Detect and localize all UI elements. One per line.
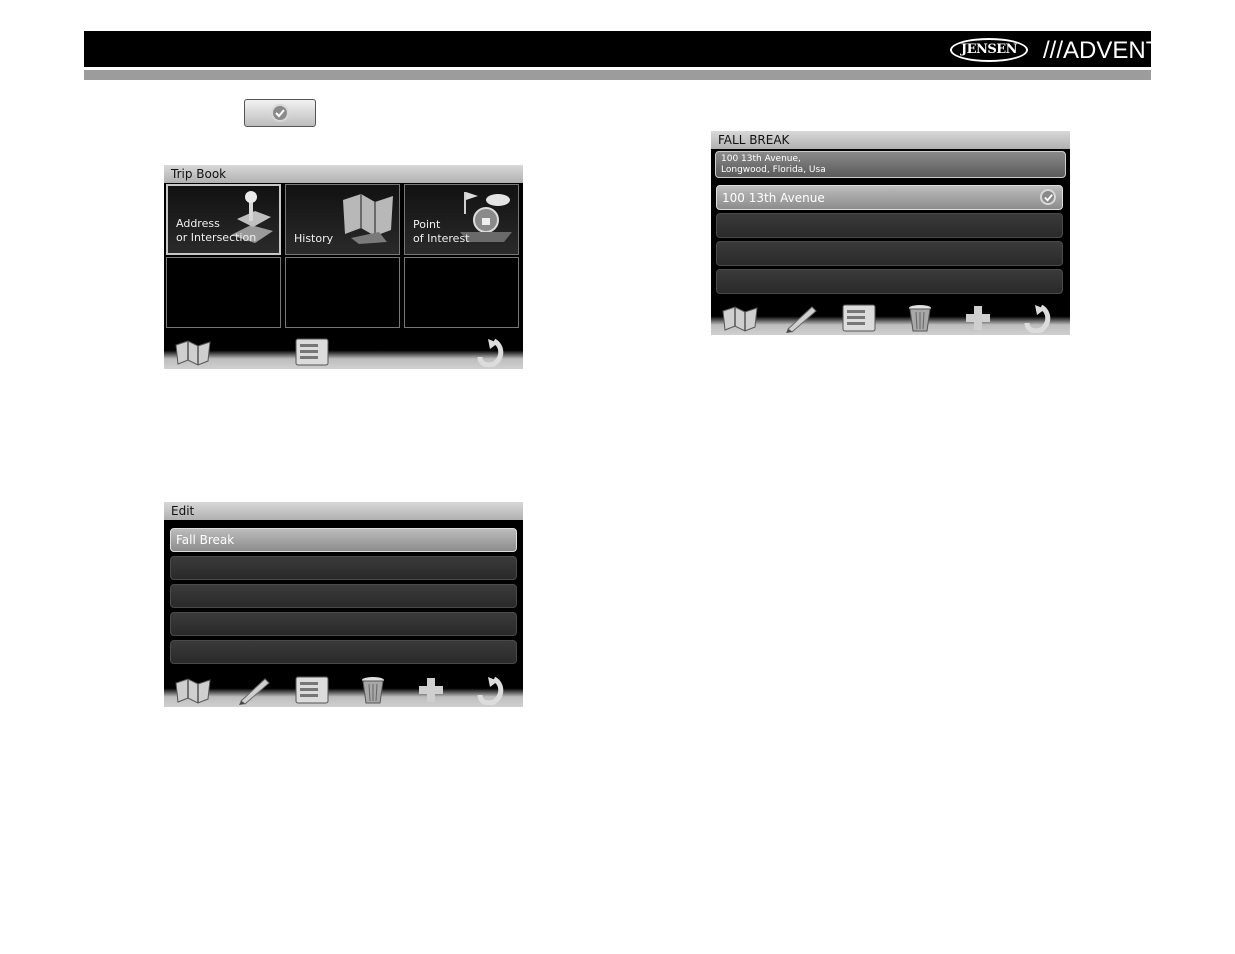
map-icon[interactable] bbox=[174, 337, 212, 367]
plus-icon[interactable] bbox=[959, 303, 997, 333]
list-item-label: Fall Break bbox=[176, 533, 235, 547]
screen-title: FALL BREAK bbox=[711, 131, 1070, 149]
tile-label: Address or Intersection bbox=[176, 217, 257, 244]
list-item[interactable] bbox=[716, 269, 1063, 294]
list-item[interactable] bbox=[170, 584, 517, 608]
history-map-icon bbox=[343, 194, 393, 244]
trash-icon[interactable] bbox=[354, 675, 392, 705]
tile-label: Point of Interest bbox=[413, 218, 470, 245]
list-item[interactable] bbox=[716, 213, 1063, 238]
trash-icon[interactable] bbox=[901, 303, 939, 333]
address-line: Longwood, Florida, Usa bbox=[721, 165, 826, 175]
screen-title: Edit bbox=[164, 502, 523, 520]
list-icon[interactable] bbox=[293, 337, 331, 367]
list-item[interactable] bbox=[716, 241, 1063, 266]
toolbar bbox=[711, 301, 1070, 335]
ok-button[interactable] bbox=[244, 99, 316, 127]
map-icon[interactable] bbox=[721, 303, 759, 333]
header-divider bbox=[84, 70, 1151, 80]
address-summary: 100 13th Avenue, Longwood, Florida, Usa bbox=[715, 151, 1066, 178]
list-item-destination[interactable]: 100 13th Avenue bbox=[716, 185, 1063, 210]
empty-tile bbox=[404, 257, 519, 328]
tile-label: History bbox=[294, 232, 334, 245]
back-arrow-icon[interactable] bbox=[1019, 303, 1057, 333]
map-icon[interactable] bbox=[174, 675, 212, 705]
pencil-icon[interactable] bbox=[235, 675, 273, 705]
list-item[interactable] bbox=[170, 612, 517, 636]
toolbar bbox=[164, 335, 523, 369]
pencil-icon[interactable] bbox=[782, 303, 820, 333]
list-item-label: 100 13th Avenue bbox=[722, 191, 825, 205]
history-button[interactable]: History bbox=[285, 184, 400, 255]
list-icon[interactable] bbox=[293, 675, 331, 705]
advent-logo: ///ADVENT bbox=[1043, 37, 1161, 64]
address-intersection-button[interactable]: Address or Intersection bbox=[166, 184, 281, 255]
checkmark-icon[interactable] bbox=[1040, 189, 1056, 205]
point-of-interest-button[interactable]: Point of Interest bbox=[404, 184, 519, 255]
checkmark-icon bbox=[271, 104, 289, 122]
fall-break-screen: FALL BREAK 100 13th Avenue, Longwood, Fl… bbox=[711, 131, 1070, 335]
empty-tile bbox=[285, 257, 400, 328]
trip-book-screen: Trip Book Address or Intersection Histor… bbox=[164, 165, 523, 369]
address-line: 100 13th Avenue, bbox=[721, 154, 801, 164]
plus-icon[interactable] bbox=[412, 675, 450, 705]
toolbar bbox=[164, 673, 523, 707]
list-item-fall-break[interactable]: Fall Break bbox=[170, 528, 517, 552]
list-item[interactable] bbox=[170, 640, 517, 664]
screen-title: Trip Book bbox=[164, 165, 523, 183]
empty-tile bbox=[166, 257, 281, 328]
edit-screen: Edit Fall Break bbox=[164, 502, 523, 707]
list-icon[interactable] bbox=[840, 303, 878, 333]
jensen-logo: JENSEN bbox=[950, 38, 1028, 62]
back-arrow-icon[interactable] bbox=[472, 337, 510, 367]
back-arrow-icon[interactable] bbox=[472, 675, 510, 705]
list-item[interactable] bbox=[170, 556, 517, 580]
